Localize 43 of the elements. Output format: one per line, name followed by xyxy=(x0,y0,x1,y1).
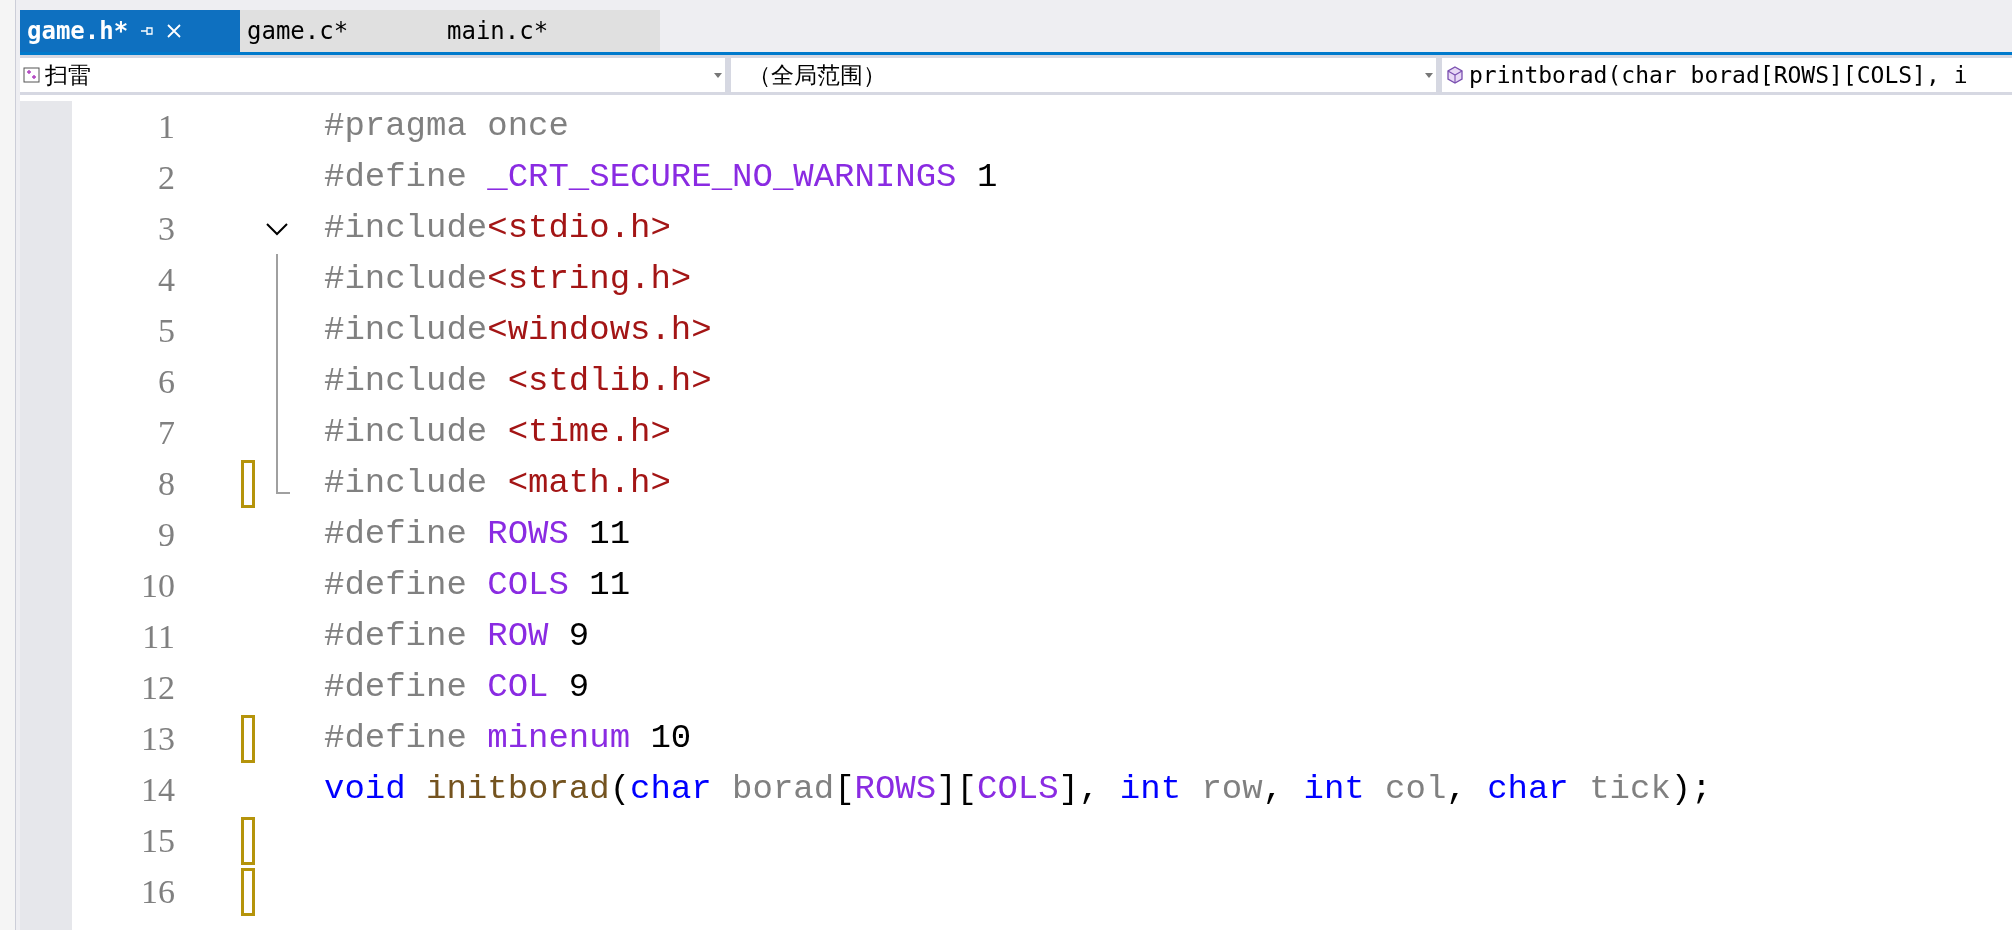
line-number: 10 xyxy=(140,566,175,606)
collapse-icon[interactable] xyxy=(265,221,289,236)
line-number: 16 xyxy=(140,872,175,912)
code-line: #include <stdlib.h> xyxy=(323,361,712,402)
code-line: #define ROWS 11 xyxy=(323,514,631,555)
navigation-dropdown[interactable]: 扫雷 xyxy=(20,58,725,92)
line-number: 6 xyxy=(157,362,175,402)
close-icon[interactable] xyxy=(166,23,183,39)
project-icon xyxy=(23,66,41,84)
file-tab[interactable]: game.c* xyxy=(240,10,440,52)
line-number: 1 xyxy=(157,107,175,147)
line-number: 13 xyxy=(140,719,175,759)
line-number: 15 xyxy=(140,821,175,861)
line-number: 5 xyxy=(157,311,175,351)
line-number: 14 xyxy=(140,770,175,810)
code-line: #include<string.h> xyxy=(323,259,692,300)
code-line: #define ROW 9 xyxy=(323,616,590,657)
dropdown-caret-icon xyxy=(714,72,722,78)
code-line: #include<windows.h> xyxy=(323,310,712,351)
line-number: 12 xyxy=(140,668,175,708)
code-line: #include<stdio.h> xyxy=(323,208,671,249)
dropdown-caret-icon xyxy=(1425,72,1433,78)
code-line: #define COL 9 xyxy=(323,667,590,708)
line-number: 4 xyxy=(157,260,175,300)
file-tab[interactable]: game.h* xyxy=(20,10,240,52)
line-number: 2 xyxy=(157,158,175,198)
cube-icon xyxy=(1445,65,1465,85)
code-line: void initborad(char borad[ROWS][COLS], int row, int col, char tick); xyxy=(323,769,1712,810)
code-line: #include <time.h> xyxy=(323,412,671,453)
navigation-dropdown[interactable]: printborad(char borad[ROWS][COLS], i xyxy=(1442,58,2012,92)
line-number: 8 xyxy=(157,464,175,504)
code-line: #include <math.h> xyxy=(323,463,671,504)
pin-icon[interactable] xyxy=(140,24,155,38)
code-line: #define COLS 11 xyxy=(323,565,631,606)
line-number: 9 xyxy=(157,515,175,555)
line-number: 3 xyxy=(157,209,175,249)
file-tab[interactable]: main.c* xyxy=(440,10,660,52)
code-line: #define _CRT_SECURE_NO_WARNINGS 1 xyxy=(323,157,998,198)
line-number: 7 xyxy=(157,413,175,453)
navigation-dropdown[interactable]: （全局范围） xyxy=(731,58,1436,92)
line-number: 11 xyxy=(141,617,175,657)
code-line: #define minenum 10 xyxy=(323,718,692,759)
code-line: #pragma once xyxy=(323,106,569,147)
